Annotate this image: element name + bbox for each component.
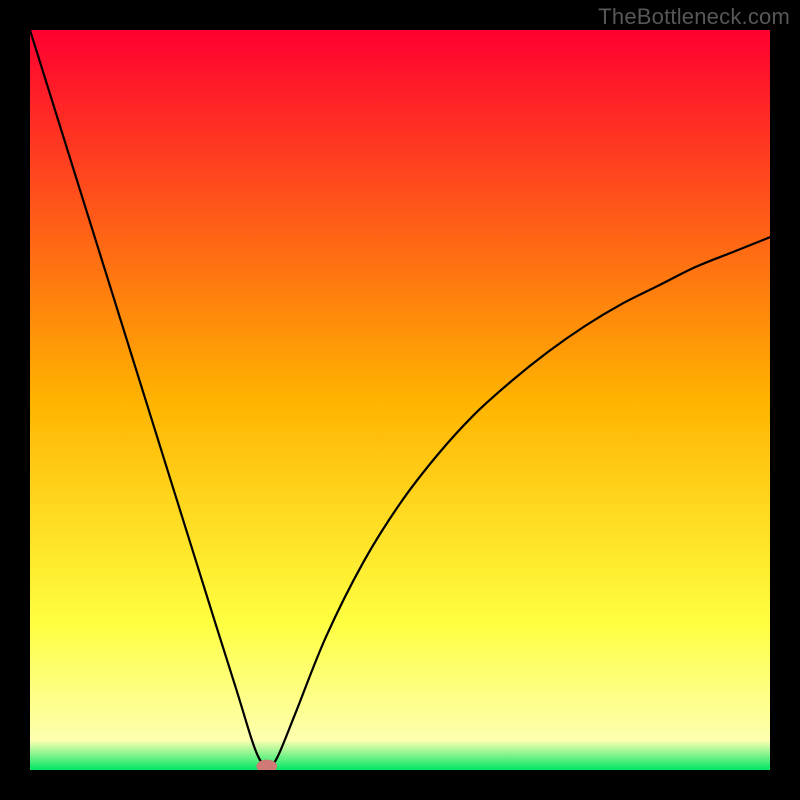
- chart-background: [30, 30, 770, 770]
- chart-plot: [30, 30, 770, 770]
- chart-frame: TheBottleneck.com: [0, 0, 800, 800]
- watermark-text: TheBottleneck.com: [598, 4, 790, 30]
